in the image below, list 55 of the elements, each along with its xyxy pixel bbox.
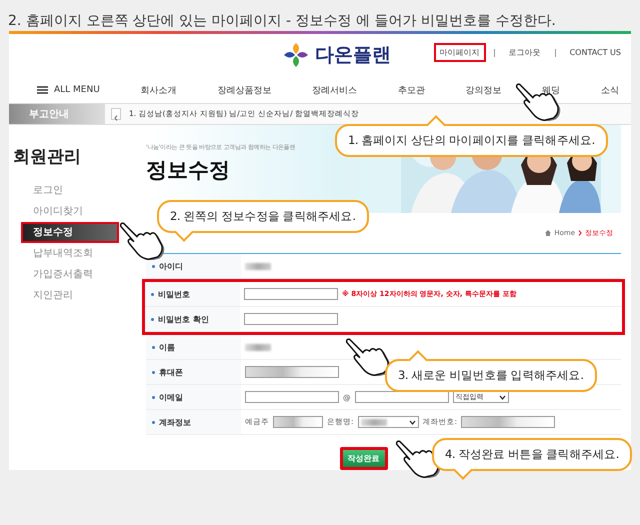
password-field[interactable] [244, 288, 338, 300]
sidebar-item[interactable]: 지인관리 [21, 285, 75, 306]
bullet-icon [152, 396, 155, 398]
nav-item[interactable]: 회사소개 [140, 84, 177, 97]
menu-icon [37, 86, 48, 94]
sidebar-item[interactable]: 아이디찾기 [21, 201, 85, 222]
top-link[interactable]: CONTACT US [564, 44, 627, 62]
nav-item[interactable]: 장례상품정보 [217, 84, 272, 97]
sidebar-item[interactable]: 납부내역조회 [21, 243, 95, 264]
bullet-icon [152, 264, 155, 268]
sidebar-item[interactable]: 정보수정 [21, 222, 119, 243]
logo-icon [283, 42, 309, 68]
bullet-icon [151, 292, 154, 296]
all-menu-button[interactable]: ALL MENU [37, 85, 100, 96]
redacted-value [360, 418, 387, 426]
sidebar-item[interactable]: 가입증서출력 [21, 264, 95, 285]
chevron-down-icon [408, 420, 416, 424]
notice-label: 부고안내 [9, 104, 105, 124]
row-label: 이름 [159, 342, 175, 352]
bullet-icon [152, 346, 155, 348]
password-field[interactable] [244, 313, 338, 325]
row-label: 계좌정보 [159, 416, 191, 428]
instruction-text: 2. 홈페이지 오른쪽 상단에 있는 마이페이지 - 정보수정 에 들어가 비밀번호를 수정한다. [7, 12, 557, 31]
bullet-icon [152, 370, 155, 374]
nav-item[interactable]: 추모관 [398, 84, 425, 97]
chevron-right-icon [578, 230, 582, 236]
email-domain-field[interactable] [354, 391, 448, 403]
chevron-down-icon [498, 394, 506, 400]
redacted-value [245, 262, 271, 270]
nav-item[interactable]: 장례서비스 [312, 84, 358, 97]
redacted-value [245, 344, 271, 350]
top-link[interactable]: 마이페이지 [434, 43, 486, 62]
previous-button[interactable] [111, 108, 121, 120]
phone-field[interactable] [245, 366, 339, 378]
row-label: 비밀번호 [158, 288, 190, 300]
chevron-left-icon [114, 115, 118, 121]
row-label: 이메일 [159, 392, 183, 402]
bullet-icon [151, 318, 154, 320]
home-icon [545, 230, 552, 236]
logo-text: 다온플랜 [315, 43, 391, 68]
bullet-icon [152, 420, 155, 424]
page-title: 정보수정 [146, 157, 231, 184]
sidebar-title: 회원관리 [13, 146, 82, 168]
nav-item[interactable]: 강의정보 [466, 84, 502, 97]
row-label: 휴대폰 [159, 366, 183, 378]
sidebar-item[interactable]: 로그인 [21, 180, 65, 201]
email-id-field[interactable] [245, 391, 339, 403]
top-link[interactable]: 로그아웃 [502, 43, 547, 62]
bank-select[interactable] [358, 416, 419, 428]
row-label: 아이디 [159, 260, 183, 272]
nav-item[interactable]: 웨딩 [542, 84, 560, 97]
nav-item[interactable]: 소식 [600, 84, 619, 97]
account-holder-field[interactable] [273, 416, 323, 428]
account-number-field[interactable] [461, 416, 556, 428]
row-label: 비밀번호 확인 [158, 314, 209, 324]
